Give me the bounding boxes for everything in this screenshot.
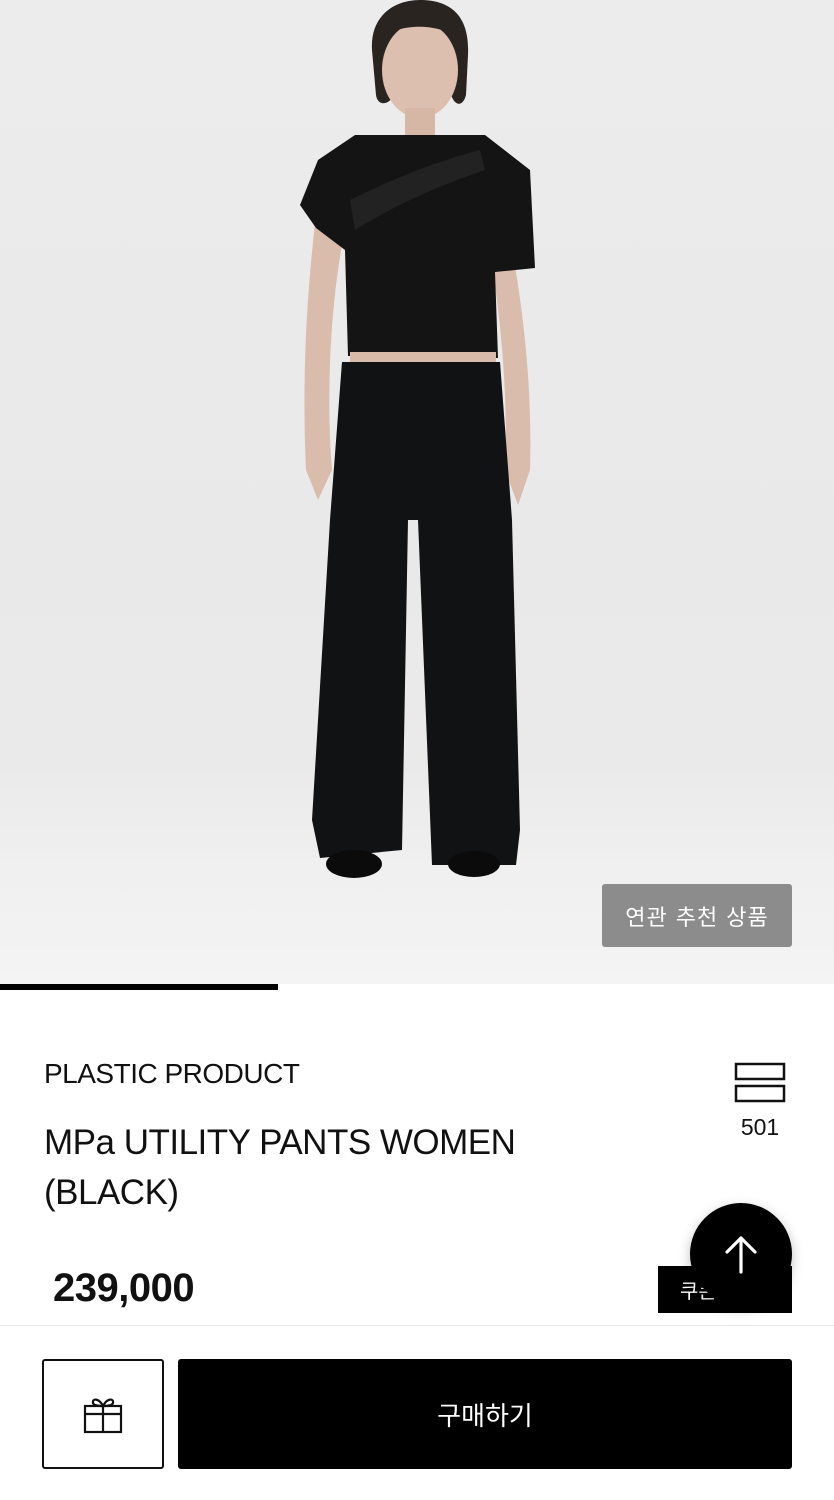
product-title: MPa UTILITY PANTS WOMEN (BLACK) bbox=[44, 1123, 516, 1212]
slide-progress-bar bbox=[0, 984, 834, 990]
gift-icon bbox=[83, 1398, 123, 1434]
related-products-button[interactable]: 연관 추천 상품 bbox=[602, 884, 792, 947]
scroll-top-button[interactable] bbox=[690, 1203, 792, 1305]
buy-button[interactable]: 구매하기 bbox=[178, 1359, 792, 1469]
wishlist-icon bbox=[734, 1062, 786, 1103]
slide-progress-fill bbox=[0, 984, 278, 990]
wishlist-count: 501 bbox=[740, 1114, 780, 1140]
product-image[interactable]: 연관 추천 상품 bbox=[0, 0, 834, 990]
gift-button[interactable] bbox=[42, 1359, 164, 1469]
arrow-up-icon bbox=[725, 1236, 757, 1274]
wishlist-button[interactable]: 501 bbox=[728, 1062, 792, 1152]
brand-name[interactable]: PLASTIC PRODUCT bbox=[44, 1058, 300, 1090]
model-photo bbox=[300, 0, 535, 878]
product-price: 239,000 bbox=[53, 1266, 195, 1310]
bottom-action-bar: 구매하기 bbox=[0, 1325, 834, 1500]
